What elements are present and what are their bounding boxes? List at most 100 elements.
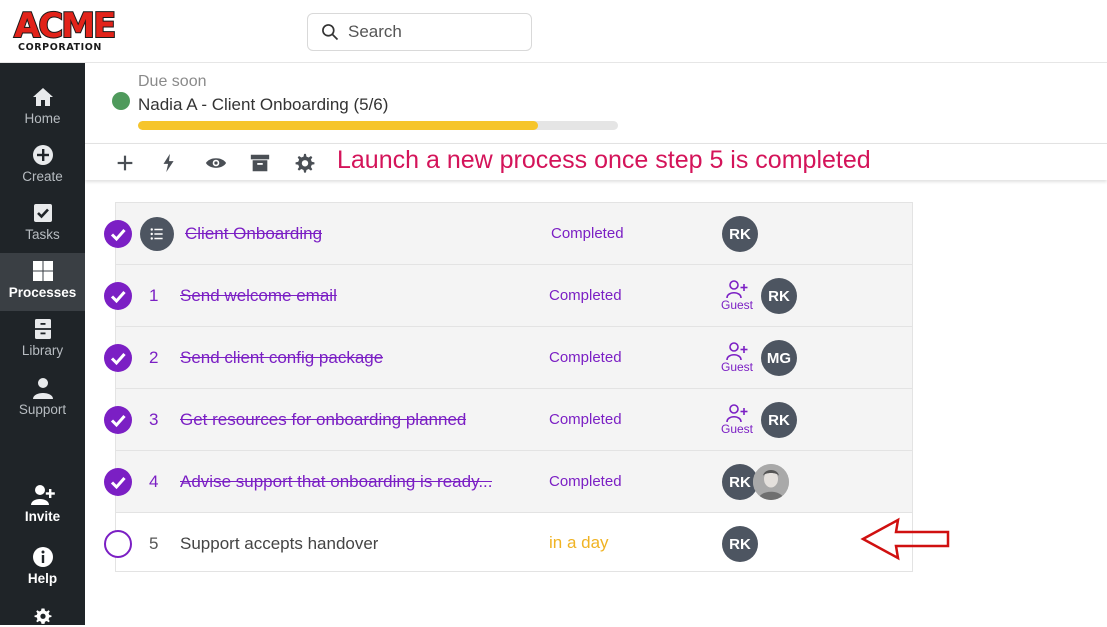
add-guest-icon (726, 404, 748, 423)
archive-button[interactable] (249, 152, 271, 174)
avatar[interactable]: MG (761, 340, 797, 376)
progress-bar (138, 121, 618, 130)
task-title[interactable]: Send welcome email (180, 286, 337, 306)
sidebar-item-settings[interactable] (0, 607, 85, 627)
cabinet-icon (34, 319, 51, 339)
lightning-icon (163, 153, 174, 173)
sidebar-item-processes[interactable]: Processes (0, 253, 85, 311)
sidebar-item-label: Help (27, 571, 58, 586)
info-icon (32, 547, 53, 567)
status-dot (112, 92, 130, 110)
table-row[interactable]: 5 Support accepts handover in a day RK (104, 512, 913, 572)
eye-icon (205, 158, 227, 168)
status-label: Completed (551, 225, 624, 242)
sidebar-item-label: Create (22, 169, 63, 184)
status-label: Completed (549, 411, 622, 428)
sidebar-item-library[interactable]: Library (0, 317, 85, 367)
step-number: 1 (149, 286, 159, 305)
checklist-icon (140, 217, 174, 251)
sidebar-item-label: Library (21, 343, 64, 358)
annotation-arrow-icon (860, 517, 950, 561)
search-icon (322, 24, 339, 41)
incomplete-step-circle[interactable] (104, 530, 132, 558)
table-row[interactable]: 4 Advise support that onboarding is read… (104, 450, 913, 512)
view-button[interactable] (205, 152, 227, 174)
sidebar-item-invite[interactable]: Invite (0, 483, 85, 533)
due-label: in a day (549, 533, 609, 552)
progress-fill (138, 121, 538, 130)
add-user-icon (30, 485, 55, 505)
step-number: 4 (149, 472, 159, 491)
logo-word: ACME (13, 6, 117, 46)
sidebar-item-home[interactable]: Home (0, 85, 85, 135)
plus-icon (117, 155, 133, 171)
gear-icon (34, 608, 51, 624)
task-list: Client Onboarding Completed RK 1 Send we… (104, 202, 913, 572)
sidebar-item-label: Home (24, 111, 61, 126)
task-title[interactable]: Get resources for onboarding planned (180, 410, 466, 430)
add-button[interactable] (114, 152, 136, 174)
sidebar-item-label: Tasks (25, 227, 60, 242)
top-bar: ACME CORPORATION Search (0, 0, 1107, 63)
archive-icon (250, 154, 270, 172)
table-row[interactable]: 3 Get resources for onboarding planned C… (104, 388, 913, 450)
sidebar-item-support[interactable]: Support (0, 376, 85, 426)
home-icon (32, 88, 53, 106)
user-photo-icon (753, 464, 789, 500)
person-icon (32, 378, 53, 399)
search-box[interactable]: Search (307, 13, 532, 51)
step-number: 2 (149, 348, 159, 367)
add-guest-icon (726, 280, 748, 299)
avatar-photo[interactable] (753, 464, 789, 500)
search-input[interactable]: Search (348, 22, 402, 42)
guest-label: Guest (720, 360, 753, 374)
run-toolbar: Launch a new process once step 5 is comp… (85, 143, 1107, 180)
avatar[interactable]: RK (722, 526, 758, 562)
completed-check-icon[interactable] (104, 282, 132, 310)
add-guest-button[interactable]: Guest (718, 279, 756, 311)
add-guest-button[interactable]: Guest (718, 341, 756, 373)
plus-circle-icon (32, 145, 53, 165)
completed-check-icon[interactable] (104, 468, 132, 496)
task-title[interactable]: Client Onboarding (185, 224, 322, 244)
step-number: 3 (149, 410, 159, 429)
status-label: Completed (549, 287, 622, 304)
avatar[interactable]: RK (722, 216, 758, 252)
run-header: Due soon Nadia A - Client Onboarding (5/… (85, 63, 1107, 143)
step-number: 5 (149, 534, 159, 553)
annotation-text: Launch a new process once step 5 is comp… (337, 146, 871, 174)
table-row[interactable]: 2 Send client config package Completed G… (104, 326, 913, 388)
grid-icon (32, 261, 53, 281)
automation-button[interactable] (158, 152, 180, 174)
add-guest-icon (726, 342, 748, 361)
guest-label: Guest (720, 298, 753, 312)
sidebar-item-label: Invite (24, 509, 61, 524)
acme-logo[interactable]: ACME CORPORATION (13, 6, 124, 56)
completed-check-icon[interactable] (104, 344, 132, 372)
guest-label: Guest (720, 422, 753, 436)
task-title[interactable]: Support accepts handover (180, 534, 378, 554)
sidebar-item-create[interactable]: Create (0, 143, 85, 193)
completed-check-icon[interactable] (104, 406, 132, 434)
avatar[interactable]: RK (761, 278, 797, 314)
task-title[interactable]: Advise support that onboarding is ready.… (180, 472, 492, 492)
gear-icon (295, 153, 315, 173)
avatar[interactable]: RK (761, 402, 797, 438)
due-label: Due soon (138, 73, 207, 90)
logo-subtitle: CORPORATION (18, 42, 102, 53)
add-guest-button[interactable]: Guest (718, 403, 756, 435)
status-label: Completed (549, 349, 622, 366)
checkbox-icon (33, 204, 52, 222)
completed-check-icon[interactable] (104, 220, 132, 248)
run-title[interactable]: Nadia A - Client Onboarding (5/6) (138, 95, 388, 115)
table-row[interactable]: Client Onboarding Completed RK (104, 202, 913, 264)
sidebar-item-tasks[interactable]: Tasks (0, 201, 85, 251)
task-title[interactable]: Send client config package (180, 348, 383, 368)
status-label: Completed (549, 473, 622, 490)
sidebar: Home Create Tasks Processes Library Supp… (0, 63, 85, 625)
table-row[interactable]: 1 Send welcome email Completed Guest RK (104, 264, 913, 326)
sidebar-item-label: Support (18, 402, 67, 417)
sidebar-item-label: Processes (8, 285, 77, 300)
settings-button[interactable] (294, 152, 316, 174)
sidebar-item-help[interactable]: Help (0, 545, 85, 595)
